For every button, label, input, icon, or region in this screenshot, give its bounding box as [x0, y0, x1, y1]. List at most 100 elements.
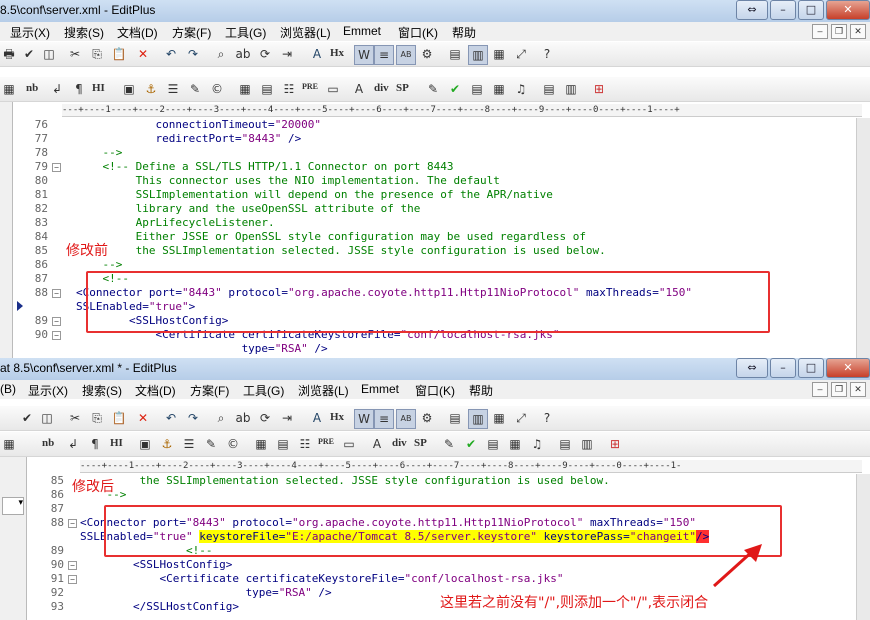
settings-icon[interactable]: ⚙: [418, 45, 436, 63]
image-icon[interactable]: ▣: [136, 435, 154, 453]
snippet-icon[interactable]: ▥: [578, 435, 596, 453]
form-icon[interactable]: ▤: [274, 435, 292, 453]
windows-icon[interactable]: ⊞: [590, 80, 608, 98]
code-line[interactable]: connectionTimeout="20000": [76, 118, 321, 131]
fullscreen-icon[interactable]: ⤢: [512, 409, 530, 427]
pre-icon[interactable]: PRE: [302, 82, 318, 91]
code-line[interactable]: the SSLImplementation selected. JSSE sty…: [76, 244, 606, 257]
hex-icon[interactable]: Hx: [330, 411, 344, 423]
find-icon[interactable]: ⌕: [212, 409, 230, 427]
cliptext-icon[interactable]: ▥: [468, 409, 488, 429]
menu-view[interactable]: 显示(X): [28, 382, 68, 399]
edit-icon[interactable]: ✎: [186, 80, 204, 98]
cut-icon[interactable]: ✂: [66, 409, 84, 427]
menu-search[interactable]: 搜索(S): [82, 382, 122, 399]
menu-emmet[interactable]: Emmet: [343, 24, 381, 38]
find-in-files-icon[interactable]: ◫: [38, 409, 56, 427]
browser-icon[interactable]: ▤: [484, 435, 502, 453]
paragraph-icon[interactable]: ¶: [70, 80, 88, 98]
media-icon[interactable]: ▦: [490, 80, 508, 98]
anchor-icon[interactable]: ⚓: [142, 80, 160, 98]
fold-toggle-icon[interactable]: −: [68, 575, 77, 584]
span-icon[interactable]: SP: [396, 82, 409, 94]
wordwrap-icon[interactable]: W: [354, 409, 374, 429]
code-line[interactable]: <SSLHostConfig>: [80, 558, 232, 571]
hr-icon[interactable]: ☰: [180, 435, 198, 453]
anchor-icon[interactable]: ⚓: [158, 435, 176, 453]
minimize-button[interactable]: –: [770, 0, 796, 20]
snippet-icon[interactable]: ▥: [562, 80, 580, 98]
fold-toggle-icon[interactable]: −: [68, 519, 77, 528]
menu-tools[interactable]: 工具(G): [243, 382, 284, 399]
sort-icon[interactable]: AB: [396, 409, 416, 429]
output-icon[interactable]: ▦: [490, 45, 508, 63]
wordwrap-icon[interactable]: W: [354, 45, 374, 65]
div-icon[interactable]: div: [392, 437, 407, 449]
fold-toggle-icon[interactable]: −: [52, 317, 61, 326]
menu-emmet[interactable]: Emmet: [361, 382, 399, 396]
copyright-icon[interactable]: ©: [224, 435, 242, 453]
heading-icon[interactable]: HI: [110, 437, 123, 449]
vertical-scrollbar[interactable]: [856, 118, 870, 358]
help-icon[interactable]: ?: [538, 409, 556, 427]
fold-toggle-icon[interactable]: −: [52, 331, 61, 340]
code-line[interactable]: <Certificate certificateKeystoreFile="co…: [80, 572, 563, 585]
menu-window[interactable]: 窗口(K): [398, 24, 438, 41]
code-line[interactable]: <!-- Define a SSL/TLS HTTP/1.1 Connector…: [76, 160, 453, 173]
delete-icon[interactable]: ✕: [134, 409, 152, 427]
css-icon[interactable]: ✎: [424, 80, 442, 98]
div-icon[interactable]: div: [374, 82, 389, 94]
mdi-close-button[interactable]: ✕: [850, 382, 866, 397]
font-tag-icon[interactable]: A: [350, 80, 368, 98]
menu-browser[interactable]: 浏览器(L): [280, 24, 331, 41]
paste-icon[interactable]: 📋: [110, 409, 128, 427]
column-icon[interactable]: ≡: [374, 45, 394, 65]
cliptext-icon[interactable]: ▥: [468, 45, 488, 65]
list-icon[interactable]: ☷: [280, 80, 298, 98]
copyright-icon[interactable]: ©: [208, 80, 226, 98]
heading-icon[interactable]: HI: [92, 82, 105, 94]
form-icon[interactable]: ▤: [258, 80, 276, 98]
menu-help[interactable]: 帮助: [452, 24, 476, 41]
music-icon[interactable]: ♫: [512, 80, 530, 98]
linebreak-icon[interactable]: ↲: [48, 80, 66, 98]
column-icon[interactable]: ≡: [374, 409, 394, 429]
fullscreen-icon[interactable]: ⤢: [512, 45, 530, 63]
sort-icon[interactable]: AB: [396, 45, 416, 65]
mdi-minimize-button[interactable]: –: [812, 24, 828, 39]
directory-icon[interactable]: ▤: [446, 409, 464, 427]
menu-help[interactable]: 帮助: [469, 382, 493, 399]
image-icon[interactable]: ▣: [120, 80, 138, 98]
color-icon[interactable]: ▦: [0, 435, 18, 453]
find-icon[interactable]: ⌕: [212, 45, 230, 63]
menu-search[interactable]: 搜索(S): [64, 24, 104, 41]
pre-icon[interactable]: PRE: [318, 437, 334, 446]
maximize-button[interactable]: □: [798, 0, 824, 20]
code-line[interactable]: type="RSA" />: [76, 342, 328, 355]
menu-tools[interactable]: 工具(G): [225, 24, 266, 41]
menu-browser[interactable]: 浏览器(L): [298, 382, 349, 399]
font-icon[interactable]: A: [308, 45, 326, 63]
output-icon[interactable]: ▦: [490, 409, 508, 427]
goto-icon[interactable]: ⇥: [278, 45, 296, 63]
restore-icon[interactable]: ⇔: [736, 358, 768, 378]
undo-icon[interactable]: ↶: [162, 409, 180, 427]
media-icon[interactable]: ▦: [506, 435, 524, 453]
menu-project[interactable]: 方案(F): [172, 24, 211, 41]
nbsp-icon[interactable]: nb: [26, 82, 38, 94]
menu-partial[interactable]: (B): [0, 382, 16, 396]
code-line[interactable]: Either JSSE or OpenSSL style configurati…: [76, 230, 586, 243]
goto-icon[interactable]: ⇥: [278, 409, 296, 427]
fold-toggle-icon[interactable]: −: [52, 289, 61, 298]
code-line[interactable]: redirectPort="8443" />: [76, 132, 301, 145]
textarea-icon[interactable]: ▭: [340, 435, 358, 453]
copy-icon[interactable]: ⎘: [88, 45, 106, 63]
close-button[interactable]: ✕: [826, 358, 870, 378]
maximize-button[interactable]: □: [798, 358, 824, 378]
linebreak-icon[interactable]: ↲: [64, 435, 82, 453]
mdi-restore-button[interactable]: ❐: [831, 24, 847, 39]
code-line[interactable]: AprLifecycleListener.: [76, 216, 275, 229]
validate-icon[interactable]: ✔: [446, 80, 464, 98]
menu-project[interactable]: 方案(F): [190, 382, 229, 399]
menu-window[interactable]: 窗口(K): [415, 382, 455, 399]
